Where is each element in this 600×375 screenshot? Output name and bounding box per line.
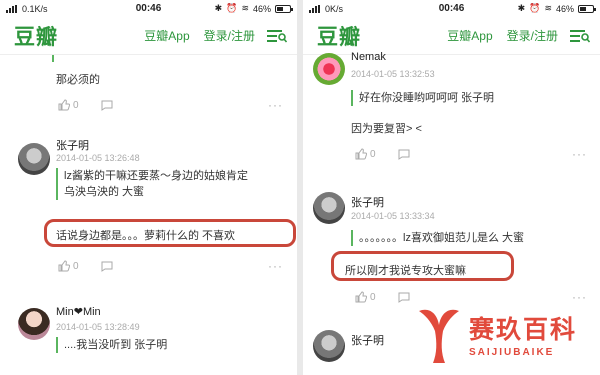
ellipsis-icon: ··· (572, 147, 587, 161)
reply-button[interactable] (101, 100, 113, 111)
reply-button[interactable] (101, 261, 113, 272)
highlight-box (331, 251, 514, 281)
speech-bubble-icon (101, 261, 113, 272)
ellipsis-icon: ··· (572, 290, 587, 304)
ellipsis-icon: ··· (268, 98, 283, 112)
quoted-reply: ....我当没听到 张子明 (56, 337, 256, 353)
douban-logo[interactable]: 豆瓣 (317, 21, 361, 51)
watermark-logo: 赛玖百科 SAIJIUBAIKE (415, 303, 577, 365)
quoted-reply: lz酱紫的干嘛还要蒸～身边的姑娘肯定乌泱乌泱的 大蜜 (56, 168, 256, 200)
douban-app-link[interactable]: 豆瓣App (447, 27, 492, 44)
battery-icon (578, 4, 596, 13)
like-count: 0 (73, 99, 79, 111)
nav-bar: 豆瓣 豆瓣App 登录/注册 (0, 17, 297, 55)
username[interactable]: 张子明 (351, 332, 384, 348)
comment-actions: 0 ··· (355, 147, 587, 161)
like-button[interactable]: 0 (355, 148, 376, 160)
username[interactable]: 张子明 (351, 194, 384, 210)
avatar[interactable] (18, 308, 50, 340)
nav-bar: 豆瓣 豆瓣App 登录/注册 (303, 17, 600, 55)
speech-bubble-icon (398, 292, 410, 303)
reply-button[interactable] (398, 149, 410, 160)
status-bar: 0.1K/s 00:46 ✱ ⏰ ≋ 46% (0, 0, 297, 17)
thumb-up-icon (355, 148, 367, 160)
quoted-reply: 。。。。。。。lz喜欢御姐范儿是么 大蜜 (351, 230, 581, 246)
speech-bubble-icon (398, 149, 410, 160)
more-button[interactable]: ··· (268, 98, 283, 112)
login-register-link[interactable]: 登录/注册 (204, 27, 255, 44)
douban-logo[interactable]: 豆瓣 (14, 21, 58, 51)
login-register-link[interactable]: 登录/注册 (507, 27, 558, 44)
like-count: 0 (370, 291, 376, 303)
more-button[interactable]: ··· (268, 259, 283, 273)
quoted-reply: 好在你没睡哟呵呵呵 张子明 (351, 90, 571, 106)
avatar[interactable] (313, 192, 345, 224)
username[interactable]: 张子明 (56, 137, 89, 153)
more-button[interactable]: ··· (572, 147, 587, 161)
comment-date: 2014-01-05 13:26:48 (56, 153, 140, 163)
comment-text: 那必须的 (56, 74, 100, 86)
like-button[interactable]: 0 (58, 99, 79, 111)
menu-search-icon[interactable] (267, 29, 287, 43)
thumb-up-icon (355, 291, 367, 303)
highlight-box (44, 219, 296, 247)
thumb-up-icon (58, 99, 70, 111)
like-button[interactable]: 0 (58, 260, 79, 272)
more-button[interactable]: ··· (572, 290, 587, 304)
whale-tail-icon (419, 309, 459, 363)
comment-actions: 0 ··· (355, 290, 587, 304)
username[interactable]: Nemak (351, 51, 386, 63)
quote-tail (52, 55, 60, 62)
status-bar: 0K/s 00:46 ✱ ⏰ ≋ 46% (303, 0, 600, 17)
watermark-cn: 赛玖百科 (469, 316, 578, 344)
comment-date: 2014-01-05 13:32:53 (351, 69, 435, 79)
menu-search-icon[interactable] (570, 29, 590, 43)
like-button[interactable]: 0 (355, 291, 376, 303)
clock: 00:46 (135, 3, 162, 14)
like-count: 0 (370, 148, 376, 160)
username[interactable]: Min❤Min (56, 305, 101, 318)
comment-actions: 0 ··· (58, 98, 283, 112)
avatar[interactable] (313, 53, 345, 85)
battery-icon (275, 4, 293, 13)
comment-date: 2014-01-05 13:33:34 (351, 211, 435, 221)
comment-text: 因为要复習> < (351, 123, 422, 135)
reply-button[interactable] (398, 292, 410, 303)
comment-date: 2014-01-05 13:28:49 (56, 322, 140, 332)
watermark-en: SAIJIUBAIKE (469, 347, 555, 358)
douban-app-link[interactable]: 豆瓣App (144, 27, 189, 44)
ellipsis-icon: ··· (268, 259, 283, 273)
speech-bubble-icon (101, 100, 113, 111)
thumb-up-icon (58, 260, 70, 272)
avatar[interactable] (18, 143, 50, 175)
avatar[interactable] (313, 330, 345, 362)
left-phone-screen: 0.1K/s 00:46 ✱ ⏰ ≋ 46% 豆瓣 豆瓣App 登录/注册 那必… (0, 0, 297, 375)
like-count: 0 (73, 260, 79, 272)
comment-actions: 0 ··· (58, 259, 283, 273)
clock: 00:46 (438, 3, 465, 14)
